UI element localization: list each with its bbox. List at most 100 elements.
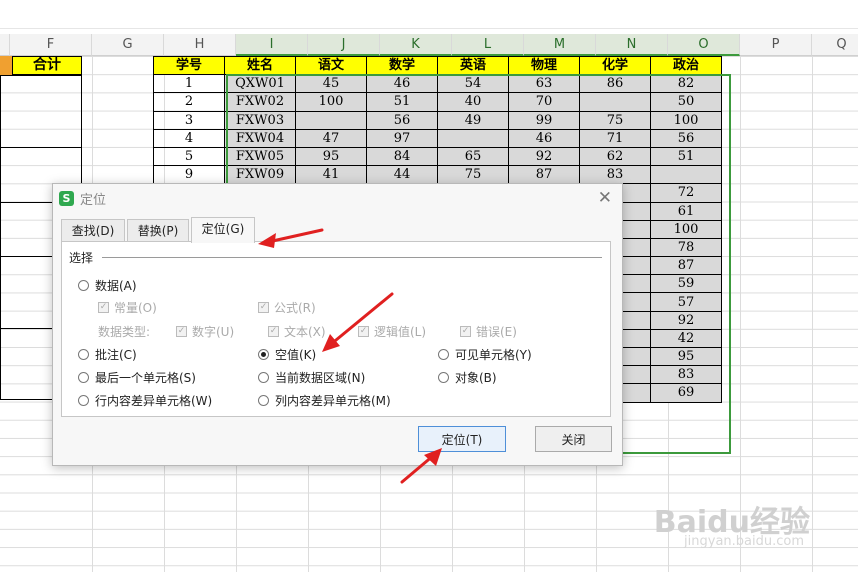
table-header-cell[interactable]: 物理 (508, 55, 580, 76)
table-header-cell[interactable]: 学号 (153, 55, 225, 76)
table-cell[interactable] (579, 92, 651, 112)
option-blank[interactable]: 空值(K) (258, 346, 316, 363)
table-cell[interactable]: FXW05 (224, 146, 296, 167)
table-cell[interactable]: 83 (579, 165, 651, 185)
table-cell[interactable]: 54 (437, 74, 509, 94)
table-cell[interactable]: 78 (650, 237, 722, 258)
table-cell[interactable]: 3 (153, 110, 225, 130)
table-cell[interactable]: 75 (579, 110, 651, 130)
option-last-cell[interactable]: 最后一个单元格(S) (78, 369, 196, 386)
column-header-k[interactable]: K (380, 34, 452, 56)
column-header[interactable] (0, 34, 10, 56)
table-cell[interactable]: 2 (153, 92, 225, 112)
column-header-n[interactable]: N (596, 34, 668, 56)
table-cell[interactable]: 4 (153, 128, 225, 148)
total-header-cell[interactable]: 合计 (12, 56, 82, 75)
table-cell[interactable]: FXW04 (224, 128, 296, 148)
column-header-l[interactable]: L (452, 34, 524, 56)
table-cell[interactable]: 51 (650, 146, 722, 167)
table-cell[interactable]: 100 (650, 110, 722, 130)
table-cell[interactable]: 5 (153, 146, 225, 167)
table-cell[interactable]: 100 (650, 219, 722, 239)
table-cell[interactable]: 87 (650, 256, 722, 276)
table-cell[interactable]: 69 (650, 383, 722, 403)
table-cell[interactable]: 83 (650, 365, 722, 385)
option-row-diff[interactable]: 行内容差异单元格(W) (78, 392, 212, 409)
table-cell[interactable]: 45 (295, 74, 367, 94)
option-current-region[interactable]: 当前数据区域(N) (258, 369, 365, 386)
table-cell[interactable]: 92 (508, 146, 580, 167)
table-cell[interactable]: 70 (508, 92, 580, 112)
total-cell[interactable] (0, 75, 82, 148)
column-header-p[interactable]: P (740, 34, 812, 56)
table-cell[interactable]: 44 (366, 165, 438, 185)
table-cell[interactable]: 41 (295, 165, 367, 185)
table-cell[interactable]: QXW01 (224, 74, 296, 94)
goto-dialog[interactable]: S 定位 ✕ 查找(D) 替换(P) 定位(G) 选择 数据(A) ✓ 常量(O)… (52, 183, 623, 466)
column-header-o[interactable]: O (668, 34, 740, 56)
close-icon[interactable]: ✕ (598, 188, 612, 208)
column-header-h[interactable]: H (164, 34, 236, 56)
table-cell[interactable]: 86 (579, 74, 651, 94)
table-header-cell[interactable]: 数学 (366, 55, 438, 76)
close-button[interactable]: 关闭 (535, 426, 612, 452)
table-header-cell[interactable]: 化学 (579, 55, 651, 76)
table-cell[interactable]: 82 (650, 74, 722, 94)
column-header-m[interactable]: M (524, 34, 596, 56)
column-header-i[interactable]: I (236, 34, 308, 56)
column-header-q[interactable]: Q (812, 34, 858, 56)
table-cell[interactable]: 97 (366, 128, 438, 148)
table-cell[interactable]: 50 (650, 92, 722, 112)
option-data[interactable]: 数据(A) (78, 277, 137, 294)
table-cell[interactable]: 1 (153, 74, 225, 94)
table-header-cell[interactable]: 语文 (295, 55, 367, 76)
table-cell[interactable] (437, 128, 509, 148)
table-cell[interactable]: 40 (437, 92, 509, 112)
column-header-j[interactable]: J (308, 34, 380, 56)
option-visible-cells[interactable]: 可见单元格(Y) (438, 346, 532, 363)
table-header-cell[interactable]: 英语 (437, 55, 509, 76)
tab-replace[interactable]: 替换(P) (127, 219, 189, 242)
table-cell[interactable]: 61 (650, 201, 722, 221)
column-header-g[interactable]: G (92, 34, 164, 56)
table-cell[interactable]: 92 (650, 310, 722, 330)
locate-button[interactable]: 定位(T) (418, 426, 506, 452)
table-cell[interactable]: 47 (295, 128, 367, 148)
column-header-f[interactable]: F (10, 34, 92, 56)
table-cell[interactable]: FXW02 (224, 92, 296, 112)
table-cell[interactable]: 9 (153, 165, 225, 185)
option-comment[interactable]: 批注(C) (78, 346, 137, 363)
table-cell[interactable] (295, 110, 367, 130)
tab-find[interactable]: 查找(D) (61, 219, 125, 242)
table-cell[interactable]: 49 (437, 110, 509, 130)
table-cell[interactable]: 72 (650, 183, 722, 203)
option-object[interactable]: 对象(B) (438, 369, 497, 386)
table-cell[interactable]: 84 (366, 146, 438, 167)
table-cell[interactable]: 42 (650, 328, 722, 349)
table-cell[interactable]: 65 (437, 146, 509, 167)
table-cell[interactable]: 99 (508, 110, 580, 130)
table-cell[interactable]: 95 (650, 346, 722, 367)
table-cell[interactable]: 71 (579, 128, 651, 148)
table-cell[interactable]: 46 (508, 128, 580, 148)
table-cell[interactable]: 87 (508, 165, 580, 185)
table-cell[interactable]: 95 (295, 146, 367, 167)
tab-goto[interactable]: 定位(G) (191, 217, 255, 243)
table-cell[interactable]: 57 (650, 292, 722, 312)
table-cell[interactable]: 59 (650, 274, 722, 294)
table-cell[interactable]: 100 (295, 92, 367, 112)
table-cell[interactable]: 63 (508, 74, 580, 94)
table-cell[interactable]: FXW03 (224, 110, 296, 130)
table-cell[interactable]: FXW09 (224, 165, 296, 185)
dialog-titlebar[interactable]: S 定位 (53, 184, 622, 212)
table-cell[interactable]: 75 (437, 165, 509, 185)
table-cell[interactable]: 62 (579, 146, 651, 167)
table-cell[interactable]: 56 (366, 110, 438, 130)
table-cell[interactable]: 56 (650, 128, 722, 148)
table-cell[interactable] (650, 165, 722, 185)
table-header-cell[interactable]: 政治 (650, 55, 722, 76)
table-cell[interactable]: 51 (366, 92, 438, 112)
table-cell[interactable]: 46 (366, 74, 438, 94)
option-col-diff[interactable]: 列内容差异单元格(M) (258, 392, 391, 409)
table-header-cell[interactable]: 姓名 (224, 55, 296, 76)
